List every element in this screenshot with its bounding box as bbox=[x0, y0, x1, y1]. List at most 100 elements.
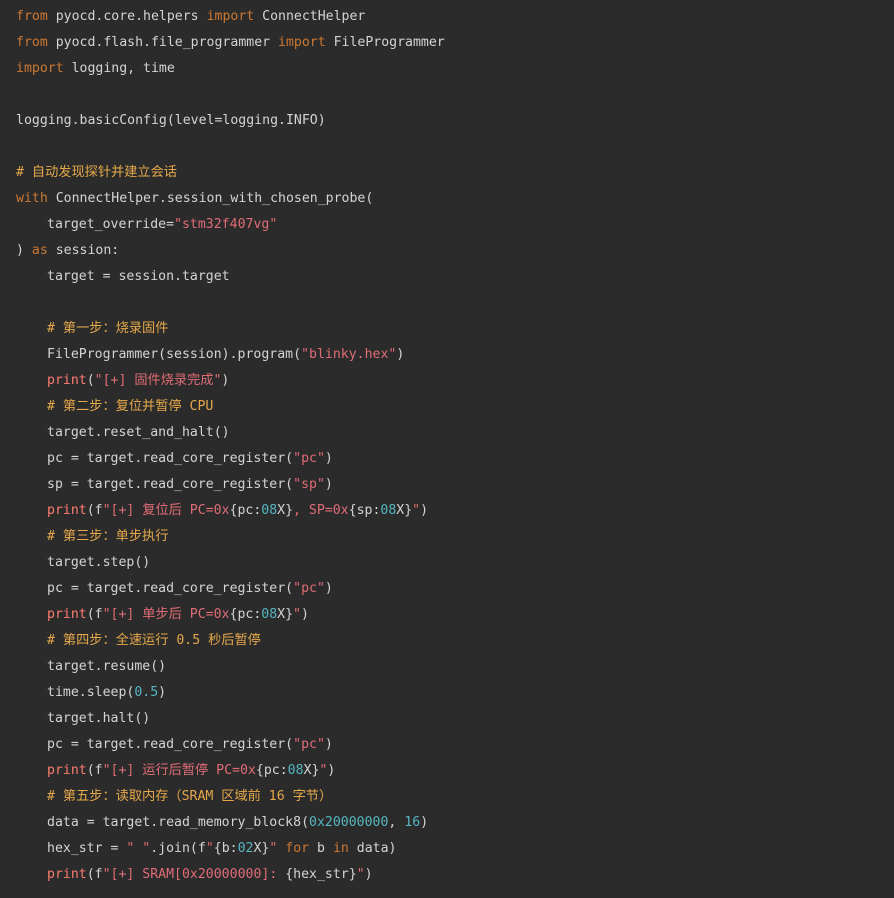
code-token: ) bbox=[324, 581, 333, 596]
code-token: ) bbox=[324, 477, 333, 492]
code-token: for bbox=[285, 841, 310, 856]
code-token: , SP=0x bbox=[293, 503, 349, 518]
code-token: import bbox=[206, 9, 255, 24]
code-token: .join(f bbox=[150, 841, 206, 856]
code-token: ) bbox=[324, 451, 333, 466]
code-token: 08 bbox=[287, 763, 304, 778]
code-token: sp = target.read_core_register( bbox=[47, 477, 294, 492]
code-token: 08 bbox=[380, 503, 397, 518]
code-token: "[+] SRAM[0x20000000]: bbox=[102, 867, 286, 882]
code-line[interactable]: hex_str = " ".join(f"{b:02X}" for b in d… bbox=[16, 836, 894, 862]
code-token: 08 bbox=[261, 607, 278, 622]
code-line[interactable]: print(f"[+] SRAM[0x20000000]: {hex_str}"… bbox=[16, 862, 894, 888]
code-line[interactable]: target.reset_and_halt() bbox=[16, 420, 894, 446]
code-token: logging.basicConfig(level=logging.INFO) bbox=[16, 113, 326, 128]
code-token: target.halt() bbox=[47, 711, 151, 726]
code-line[interactable]: # 第三步：单步执行 bbox=[16, 524, 894, 550]
code-line[interactable]: import logging, time bbox=[16, 56, 894, 82]
code-line[interactable]: # 自动发现探针并建立会话 bbox=[16, 160, 894, 186]
code-token: print bbox=[47, 763, 87, 778]
code-token: data) bbox=[348, 841, 397, 856]
code-line[interactable]: target = session.target bbox=[16, 264, 894, 290]
code-token: "[+] 复位后 PC=0x bbox=[102, 503, 230, 518]
code-token: " bbox=[356, 867, 365, 882]
code-line[interactable]: ) as session: bbox=[16, 238, 894, 264]
code-line[interactable] bbox=[16, 82, 894, 108]
code-token: b bbox=[309, 841, 333, 856]
code-line[interactable]: sp = target.read_core_register("sp") bbox=[16, 472, 894, 498]
code-token: ) bbox=[158, 685, 167, 700]
code-token: ) bbox=[327, 763, 336, 778]
code-token: "pc" bbox=[293, 737, 325, 752]
code-token: ( bbox=[86, 373, 95, 388]
code-token: ) bbox=[396, 347, 405, 362]
code-token: target = session.target bbox=[47, 269, 230, 284]
code-token: "pc" bbox=[293, 451, 325, 466]
code-token: as bbox=[31, 243, 48, 258]
code-line[interactable]: target.resume() bbox=[16, 654, 894, 680]
code-token: # 第四步：全速运行 0.5 秒后暂停 bbox=[47, 633, 261, 648]
code-line[interactable]: # 第一步：烧录固件 bbox=[16, 316, 894, 342]
code-token: ) bbox=[301, 607, 309, 622]
code-line[interactable]: target.halt() bbox=[16, 706, 894, 732]
code-line[interactable]: pc = target.read_core_register("pc") bbox=[16, 732, 894, 758]
code-token: {pc: bbox=[255, 763, 288, 778]
code-token: FileProgrammer bbox=[325, 35, 445, 50]
code-line[interactable]: target_override="stm32f407vg" bbox=[16, 212, 894, 238]
code-token: target.resume() bbox=[47, 659, 167, 674]
code-token: # 自动发现探针并建立会话 bbox=[16, 165, 177, 180]
code-token: print bbox=[47, 503, 87, 518]
code-token: " bbox=[293, 607, 301, 622]
code-line[interactable] bbox=[16, 290, 894, 316]
code-token: 08 bbox=[261, 503, 278, 518]
code-editor[interactable]: from pyocd.core.helpers import ConnectHe… bbox=[0, 0, 894, 898]
code-line[interactable]: from pyocd.core.helpers import ConnectHe… bbox=[16, 4, 894, 30]
code-line[interactable]: pc = target.read_core_register("pc") bbox=[16, 446, 894, 472]
code-token: # 第一步：烧录固件 bbox=[47, 321, 169, 336]
code-line[interactable]: data = target.read_memory_block8(0x20000… bbox=[16, 810, 894, 836]
code-token: X} bbox=[396, 503, 413, 518]
code-token: X} bbox=[303, 763, 320, 778]
code-token: "pc" bbox=[293, 581, 325, 596]
code-line[interactable]: print(f"[+] 运行后暂停 PC=0x{pc:08X}") bbox=[16, 758, 894, 784]
code-token: X} bbox=[277, 607, 294, 622]
code-token: # 第五步：读取内存（SRAM 区域前 16 字节） bbox=[47, 789, 333, 804]
code-line[interactable] bbox=[16, 134, 894, 160]
code-token: {pc: bbox=[229, 607, 262, 622]
code-token: {sp: bbox=[348, 503, 381, 518]
code-token: # 第二步：复位并暂停 CPU bbox=[47, 399, 214, 414]
code-line[interactable]: FileProgrammer(session).program("blinky.… bbox=[16, 342, 894, 368]
code-token: from bbox=[16, 35, 48, 50]
code-token: pc = target.read_core_register( bbox=[47, 737, 294, 752]
code-token: ) bbox=[420, 815, 429, 830]
code-token: {b: bbox=[213, 841, 238, 856]
code-line[interactable]: with ConnectHelper.session_with_chosen_p… bbox=[16, 186, 894, 212]
code-line[interactable]: time.sleep(0.5) bbox=[16, 680, 894, 706]
code-token: ) bbox=[16, 243, 32, 258]
code-token: import bbox=[278, 35, 326, 50]
code-line[interactable]: pc = target.read_core_register("pc") bbox=[16, 576, 894, 602]
code-token: (f bbox=[86, 503, 103, 518]
code-token: time.sleep( bbox=[47, 685, 135, 700]
code-line[interactable]: print("[+] 固件烧录完成") bbox=[16, 368, 894, 394]
code-token: # 第三步：单步执行 bbox=[47, 529, 169, 544]
code-token: ConnectHelper.session_with_chosen_probe( bbox=[47, 191, 374, 206]
code-token: with bbox=[16, 191, 48, 206]
code-line[interactable]: from pyocd.flash.file_programmer import … bbox=[16, 30, 894, 56]
code-token: hex_str = bbox=[47, 841, 127, 856]
code-line[interactable]: logging.basicConfig(level=logging.INFO) bbox=[16, 108, 894, 134]
code-token: (f bbox=[86, 763, 103, 778]
code-line[interactable]: # 第二步：复位并暂停 CPU bbox=[16, 394, 894, 420]
code-line[interactable]: # 第四步：全速运行 0.5 秒后暂停 bbox=[16, 628, 894, 654]
code-token: target_override= bbox=[47, 217, 175, 232]
code-token: pyocd.flash.file_programmer bbox=[47, 35, 279, 50]
code-line[interactable]: target.step() bbox=[16, 550, 894, 576]
code-line[interactable]: # 第五步：读取内存（SRAM 区域前 16 字节） bbox=[16, 784, 894, 810]
code-line[interactable]: print(f"[+] 单步后 PC=0x{pc:08X}") bbox=[16, 602, 894, 628]
code-token: " bbox=[205, 841, 214, 856]
code-token: 0.5 bbox=[134, 685, 159, 700]
code-token: " " bbox=[126, 841, 151, 856]
code-token: session: bbox=[47, 243, 120, 258]
code-token: "stm32f407vg" bbox=[174, 217, 278, 232]
code-line[interactable]: print(f"[+] 复位后 PC=0x{pc:08X}, SP=0x{sp:… bbox=[16, 498, 894, 524]
